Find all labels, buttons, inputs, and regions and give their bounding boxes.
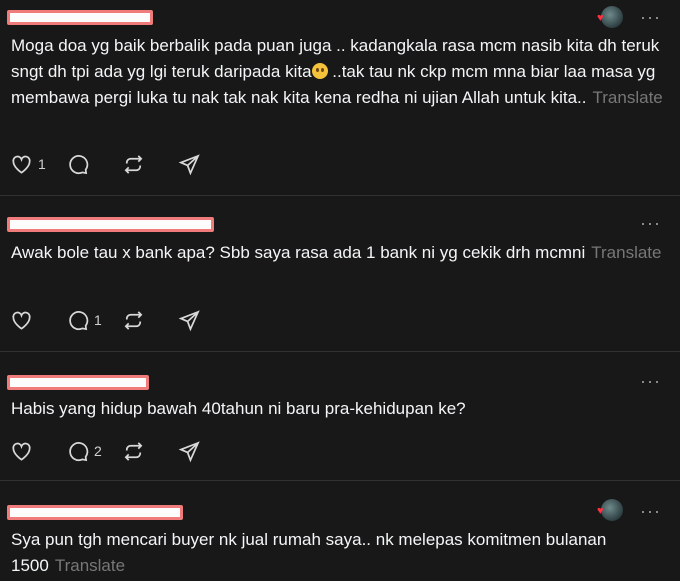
comment-text: Moga doa yg baik berbalik pada puan juga… <box>11 36 663 107</box>
reply-button[interactable]: 2 <box>66 440 122 463</box>
more-options-button[interactable]: ··· <box>640 214 660 232</box>
more-options-button[interactable]: ··· <box>640 8 660 26</box>
comment-icon <box>69 310 89 330</box>
redacted-username <box>7 375 149 390</box>
action-bar: 1 <box>10 308 234 332</box>
redacted-username <box>7 10 153 25</box>
repost-button[interactable] <box>122 153 178 176</box>
like-button[interactable]: 1 <box>10 153 66 176</box>
liked-heart-icon: ♥ <box>597 12 604 24</box>
translate-link[interactable]: Translate <box>591 243 661 262</box>
share-button[interactable] <box>178 440 234 463</box>
send-icon <box>178 153 200 175</box>
share-button[interactable] <box>178 309 234 332</box>
liked-heart-icon: ♥ <box>597 505 604 517</box>
share-button[interactable] <box>178 153 234 176</box>
repost-button[interactable] <box>122 440 178 463</box>
translate-link[interactable]: Translate <box>55 556 125 575</box>
reply-count: 2 <box>94 443 102 459</box>
avatar[interactable]: ♥ <box>597 499 623 521</box>
comment-post: ♥ ··· Moga doa yg baik berbalik pada pua… <box>0 0 680 195</box>
repost-icon <box>124 441 143 461</box>
repost-button[interactable] <box>122 309 178 332</box>
translate-link[interactable]: Translate <box>593 88 663 107</box>
reply-button[interactable] <box>66 153 122 176</box>
comment-text: Sya pun tgh mencari buyer nk jual rumah … <box>11 530 607 575</box>
heart-icon <box>12 155 31 174</box>
more-options-button[interactable]: ··· <box>640 502 660 520</box>
more-options-button[interactable]: ··· <box>640 372 660 390</box>
reply-button[interactable]: 1 <box>66 309 122 332</box>
reply-count: 1 <box>94 312 102 328</box>
repost-icon <box>124 154 143 174</box>
comment-icon <box>69 441 89 461</box>
pleading-face-emoji-icon <box>311 63 328 79</box>
comment-text: Habis yang hidup bawah 40tahun ni baru p… <box>11 399 466 418</box>
repost-icon <box>124 310 143 330</box>
like-button[interactable] <box>10 309 66 332</box>
like-button[interactable] <box>10 440 66 463</box>
redacted-username <box>7 217 214 232</box>
avatar[interactable]: ♥ <box>597 6 623 28</box>
comment-post: ··· Habis yang hidup bawah 40tahun ni ba… <box>0 352 680 480</box>
send-icon <box>178 309 200 331</box>
redacted-username <box>7 505 183 520</box>
send-icon <box>178 440 200 462</box>
heart-icon <box>12 442 31 461</box>
action-bar: 2 <box>10 439 234 463</box>
comment-icon <box>69 154 89 174</box>
heart-icon <box>12 311 31 330</box>
comment-post: ··· Awak bole tau x bank apa? Sbb saya r… <box>0 196 680 351</box>
comment-text: Awak bole tau x bank apa? Sbb saya rasa … <box>11 243 662 262</box>
like-count: 1 <box>38 156 46 172</box>
comment-post: ♥ ··· Sya pun tgh mencari buyer nk jual … <box>0 481 680 581</box>
action-bar: 1 <box>10 152 234 176</box>
